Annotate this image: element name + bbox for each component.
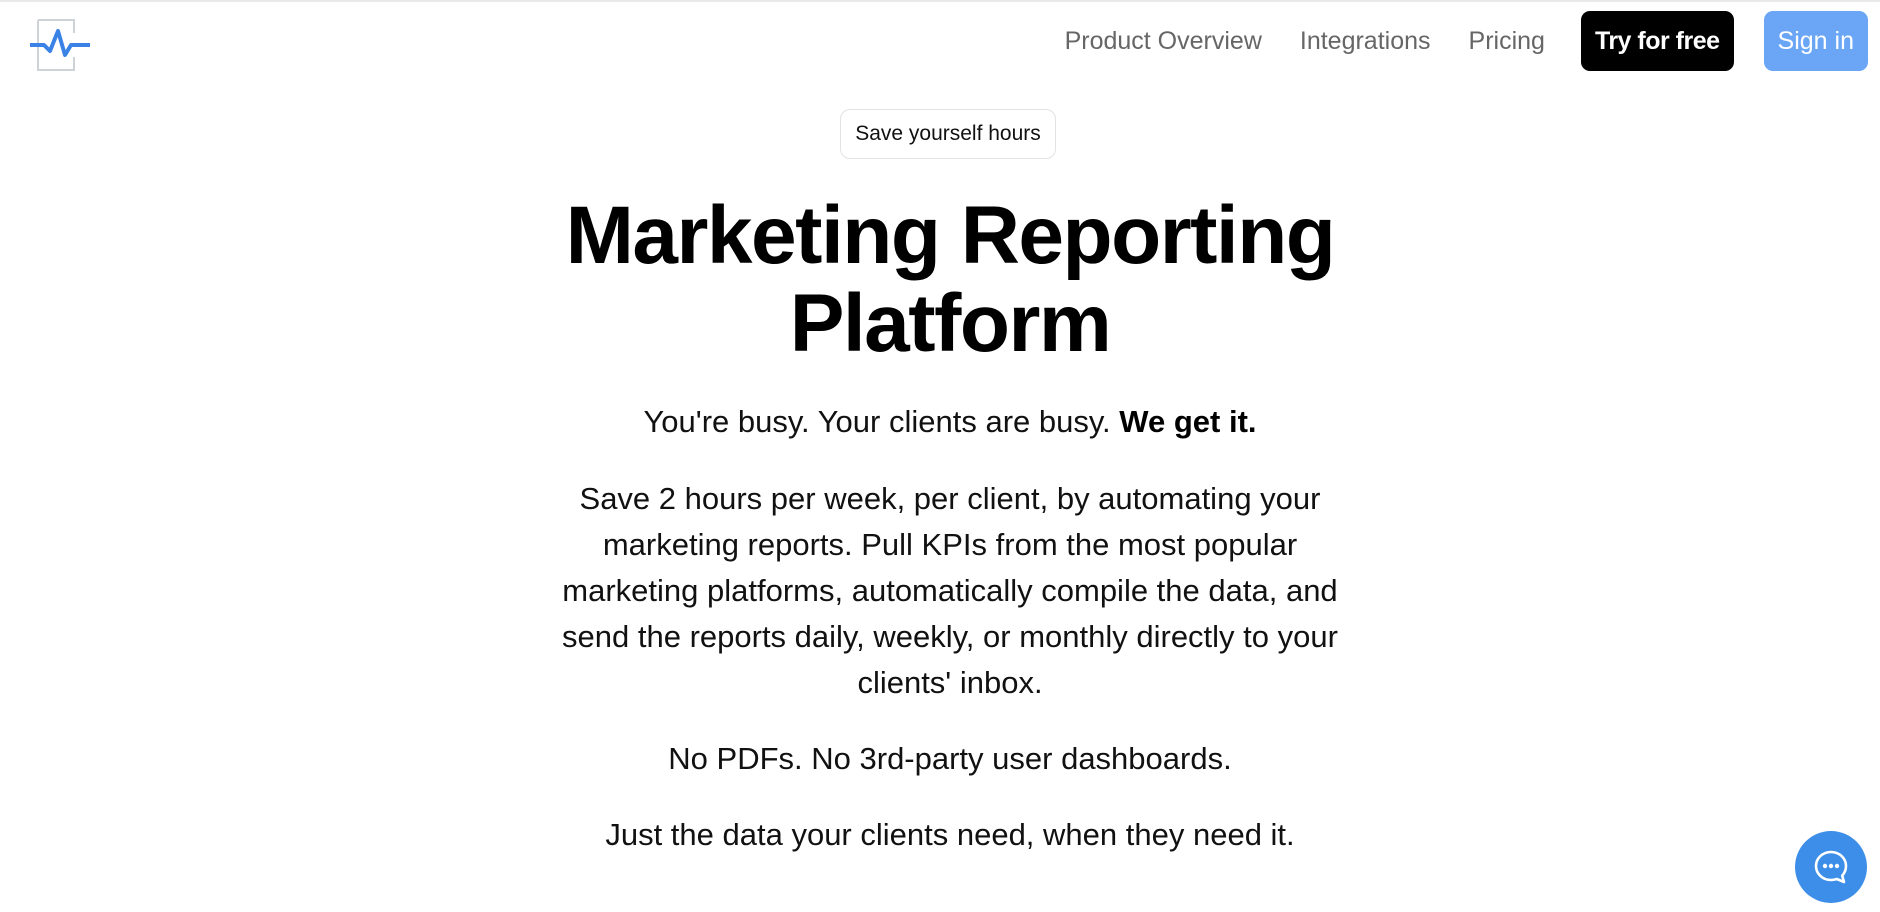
description-line: Save 2 hours per week, per client, by au… — [579, 481, 1321, 516]
description-line: send the reports daily, weekly, or month… — [562, 619, 1338, 654]
landing-page: Product Overview Integrations Pricing Tr… — [0, 0, 1880, 912]
tagline-plain: You're busy. Your clients are busy. — [643, 404, 1111, 439]
chat-widget-button[interactable] — [1795, 831, 1867, 903]
description-line: clients' inbox. — [857, 665, 1043, 700]
tagline-bold: We get it. — [1119, 404, 1257, 439]
nav-link-integrations[interactable]: Integrations — [1300, 27, 1431, 56]
nav-link-product-overview[interactable]: Product Overview — [1065, 27, 1262, 56]
chat-bubble-icon — [1814, 850, 1848, 884]
pulse-logo-icon[interactable] — [28, 17, 92, 73]
description-line: marketing reports. Pull KPIs from the mo… — [602, 527, 1298, 562]
description-line: marketing platforms, automatically compi… — [562, 573, 1338, 608]
hero-description: Save 2 hours per week, per client, by au… — [440, 476, 1460, 706]
page-title: Marketing Reporting Platform — [440, 192, 1460, 368]
top-navigation: Product Overview Integrations Pricing Tr… — [0, 0, 1880, 80]
headline-line-2: Platform — [789, 278, 1112, 369]
try-for-free-button[interactable]: Try for free — [1580, 11, 1734, 71]
hero-tagline: You're busy. Your clients are busy. We g… — [440, 401, 1460, 443]
nav-link-pricing[interactable]: Pricing — [1469, 27, 1545, 56]
headline-line-1: Marketing Reporting — [565, 190, 1336, 281]
just-data-text: Just the data your clients need, when th… — [605, 817, 1295, 852]
main-nav: Product Overview Integrations Pricing Tr… — [1065, 11, 1868, 71]
sign-in-button[interactable]: Sign in — [1763, 11, 1868, 71]
no-pdfs-text: No PDFs. No 3rd-party user dashboards. — [668, 741, 1232, 776]
hero-badge: Save yourself hours — [840, 109, 1056, 159]
